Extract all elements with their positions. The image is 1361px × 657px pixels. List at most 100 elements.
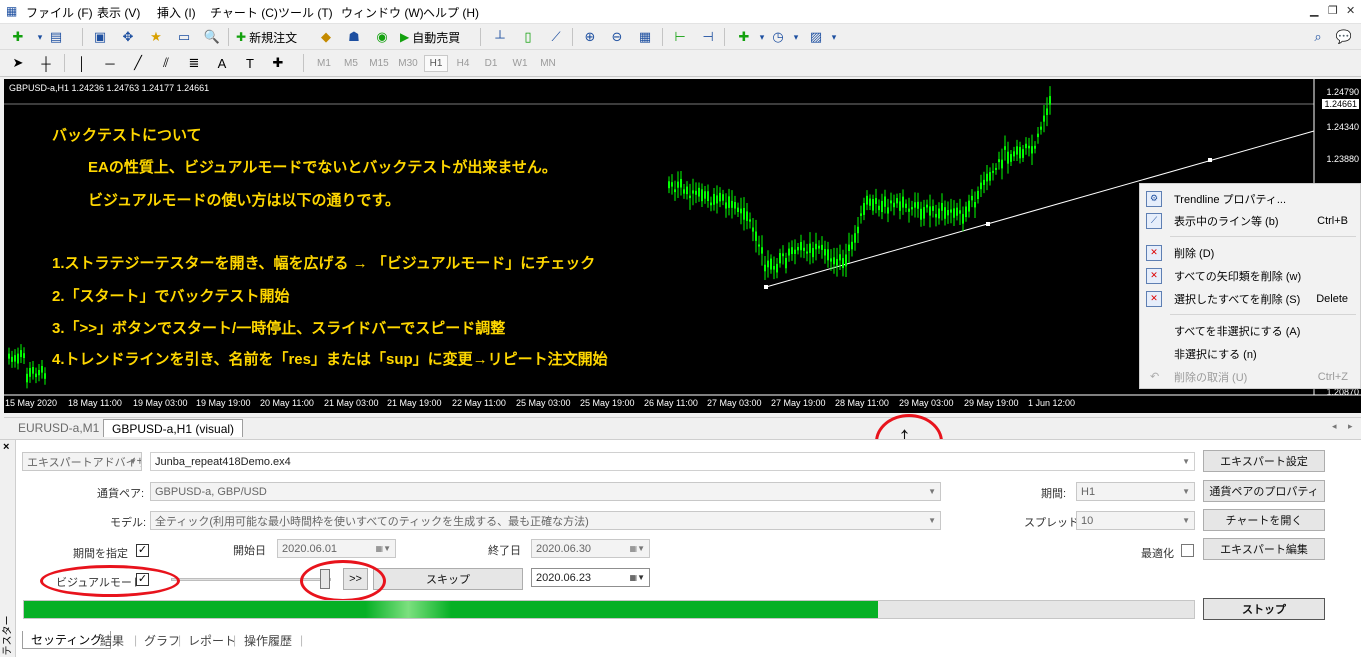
ctx-objects-list[interactable]: ⟋ 表示中のライン等 (b) Ctrl+B	[1140, 210, 1360, 231]
trendline-anchor[interactable]	[764, 285, 768, 289]
tf-w1[interactable]: W1	[508, 55, 532, 72]
cursor-icon[interactable]: ➤	[8, 53, 28, 73]
optimize-checkbox[interactable]	[1181, 544, 1194, 557]
skip-date-picker[interactable]: 2020.06.23 ▦▼	[531, 568, 650, 587]
chevron-down-icon: ▼	[928, 487, 936, 496]
menu-insert[interactable]: 挿入 (I)	[157, 4, 196, 21]
open-chart-button[interactable]: チャートを開く	[1203, 509, 1325, 531]
tab-scroll-left-icon[interactable]: ◂	[1332, 421, 1337, 432]
navigator-crosshair-icon[interactable]: ✥	[118, 27, 138, 47]
new-order-button[interactable]: ✚ 新規注文	[236, 27, 297, 47]
period-select[interactable]: H1 ▼	[1076, 482, 1195, 501]
skip-button[interactable]: スキップ	[373, 568, 523, 590]
menu-window[interactable]: ウィンドウ (W)	[341, 4, 424, 21]
expert-settings-button[interactable]: エキスパート設定	[1203, 450, 1325, 472]
arrows-icon[interactable]: ✚	[268, 53, 288, 73]
spread-select[interactable]: 10 ▼	[1076, 511, 1195, 530]
metaeditor-icon[interactable]: ◆	[316, 27, 336, 47]
new-chart-icon[interactable]: ✚	[8, 27, 28, 47]
indicators-icon[interactable]: ✚	[734, 27, 754, 47]
tab-graph[interactable]: グラフ	[144, 631, 180, 649]
tf-m5[interactable]: M5	[339, 55, 363, 72]
restore-icon[interactable]: ❐	[1328, 4, 1338, 17]
tf-h4[interactable]: H4	[451, 55, 475, 72]
templates-icon[interactable]: ▨	[806, 27, 826, 47]
start-date-picker[interactable]: 2020.06.01 ▦▼	[277, 539, 396, 558]
ctx-delete-selected[interactable]: ✕ 選択したすべてを削除 (S) Delete	[1140, 288, 1360, 309]
menu-view[interactable]: 表示 (V)	[97, 4, 140, 21]
candle-body	[857, 226, 859, 234]
community-icon[interactable]: ☗	[344, 27, 364, 47]
signals-icon[interactable]: ◉	[372, 27, 392, 47]
tab-scroll-right-icon[interactable]: ▸	[1348, 421, 1353, 432]
ctx-unselect-all[interactable]: すべてを非選択にする (A)	[1140, 320, 1360, 341]
market-watch-icon[interactable]: ▣	[90, 27, 110, 47]
tab-journal[interactable]: 操作履歴	[244, 631, 292, 649]
model-select[interactable]: 全ティック(利用可能な最小時間枠を使いすべてのティックを生成する、最も正確な方法…	[150, 511, 941, 530]
symbol-properties-button[interactable]: 通貨ペアのプロパティ	[1203, 480, 1325, 502]
ctx-delete-arrows[interactable]: ✕ すべての矢印類を削除 (w)	[1140, 265, 1360, 286]
candle-body	[1031, 146, 1033, 154]
tf-mn[interactable]: MN	[536, 55, 560, 72]
edit-expert-button[interactable]: エキスパート編集	[1203, 538, 1325, 560]
tf-d1[interactable]: D1	[479, 55, 503, 72]
end-date-picker[interactable]: 2020.06.30 ▦▼	[531, 539, 650, 558]
fibonacci-icon[interactable]: ≣	[184, 53, 204, 73]
menu-chart[interactable]: チャート (C)	[210, 4, 278, 21]
menu-help[interactable]: ヘルプ (H)	[423, 4, 479, 21]
minimize-icon[interactable]: ▁	[1310, 4, 1318, 17]
ctx-undo-delete[interactable]: ↶ 削除の取消 (U) Ctrl+Z	[1140, 366, 1360, 387]
ctx-unselect[interactable]: 非選択にする (n)	[1140, 343, 1360, 364]
tester-icon[interactable]: 🔍	[202, 27, 222, 47]
tab-eurusd-m1[interactable]: EURUSD-a,M1	[10, 419, 107, 437]
candlestick-icon[interactable]: ▯	[518, 27, 538, 47]
zoom-out-icon[interactable]: ⊖	[607, 27, 627, 47]
horizontal-line-icon[interactable]: ─	[100, 53, 120, 73]
text-icon[interactable]: A	[212, 53, 232, 73]
close-tester-icon[interactable]: ×	[3, 441, 9, 453]
auto-trading-button[interactable]: ▶ 自動売買	[400, 27, 460, 47]
vertical-line-icon[interactable]: │	[72, 53, 92, 73]
use-date-checkbox[interactable]: ✓	[136, 544, 149, 557]
trendline-anchor[interactable]	[986, 222, 990, 226]
equidistant-channel-icon[interactable]: ⫽	[156, 53, 176, 73]
expert-file-select[interactable]: Junba_repeat418Demo.ex4 ▼	[150, 452, 1195, 471]
text-label-icon[interactable]: T	[240, 53, 260, 73]
tile-windows-icon[interactable]: ▦	[635, 27, 655, 47]
menu-file[interactable]: ファイル (F)	[26, 4, 93, 21]
search-icon[interactable]: ⌕	[1308, 27, 1328, 47]
tf-h1[interactable]: H1	[424, 55, 448, 72]
tf-m1[interactable]: M1	[312, 55, 336, 72]
tab-results[interactable]: 結果	[100, 631, 124, 649]
menu-tools[interactable]: ツール (T)	[278, 4, 333, 21]
close-icon[interactable]: ✕	[1346, 4, 1355, 17]
trendline-icon[interactable]: ╱	[128, 53, 148, 73]
tab-settings[interactable]: セッティング	[22, 631, 112, 649]
bar-chart-icon[interactable]: ┴	[490, 27, 510, 47]
zoom-in-icon[interactable]: ⊕	[580, 27, 600, 47]
profiles-icon[interactable]: ▤	[46, 27, 66, 47]
terminal-icon[interactable]: ▭	[174, 27, 194, 47]
tab-report[interactable]: レポート	[188, 631, 236, 649]
periods-dropdown-icon[interactable]: ▾	[786, 27, 806, 47]
ctx-delete[interactable]: ✕ 削除 (D)	[1140, 242, 1360, 263]
tab-gbpusd-h1-visual[interactable]: GBPUSD-a,H1 (visual)	[103, 419, 244, 437]
symbol-select[interactable]: GBPUSD-a, GBP/USD ▼	[150, 482, 941, 501]
templates-dropdown-icon[interactable]: ▾	[824, 27, 844, 47]
autoscroll-icon[interactable]: ⊢	[670, 27, 690, 47]
tf-m15[interactable]: M15	[366, 55, 392, 72]
trendline-anchor[interactable]	[1208, 158, 1212, 162]
expert-type-select[interactable]: エキスパートアドバイザ ▼	[22, 452, 142, 471]
ctx-trendline-properties[interactable]: ⚙ Trendline プロパティ...	[1140, 188, 1360, 209]
stop-button[interactable]: ストップ	[1203, 598, 1325, 620]
candle-body	[743, 207, 745, 220]
candle-body	[899, 201, 901, 211]
periods-clock-icon[interactable]: ◷	[768, 27, 788, 47]
line-chart-icon[interactable]: ⟋	[546, 27, 566, 47]
tf-m30[interactable]: M30	[395, 55, 421, 72]
chart-shift-icon[interactable]: ⊣	[698, 27, 718, 47]
crosshair-icon[interactable]: ┼	[36, 53, 56, 73]
favorites-icon[interactable]: ★	[146, 27, 166, 47]
candle-body	[1025, 143, 1027, 149]
chat-icon[interactable]: 💬	[1334, 27, 1354, 47]
